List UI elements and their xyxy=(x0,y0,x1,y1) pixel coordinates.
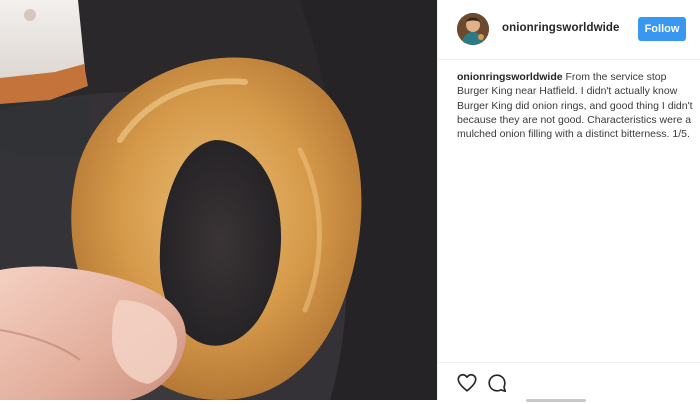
avatar-image xyxy=(457,13,489,45)
caption-username[interactable]: onionringsworldwide xyxy=(457,71,563,83)
instagram-post: onionringsworldwide Follow onionringswor… xyxy=(0,0,700,402)
heart-icon[interactable] xyxy=(456,372,478,394)
post-actions xyxy=(438,362,700,402)
post-caption: onionringsworldwide From the service sto… xyxy=(457,70,693,141)
post-header: onionringsworldwide Follow xyxy=(438,0,700,60)
likes-count-cutoff xyxy=(526,396,596,404)
post-photo xyxy=(0,0,437,400)
post-username[interactable]: onionringsworldwide xyxy=(502,22,620,34)
follow-button[interactable]: Follow xyxy=(638,17,686,41)
post-side-panel: onionringsworldwide Follow onionringswor… xyxy=(437,0,700,402)
onion-ring-photo xyxy=(0,0,437,400)
avatar[interactable] xyxy=(457,13,489,45)
comment-icon[interactable] xyxy=(486,372,508,394)
